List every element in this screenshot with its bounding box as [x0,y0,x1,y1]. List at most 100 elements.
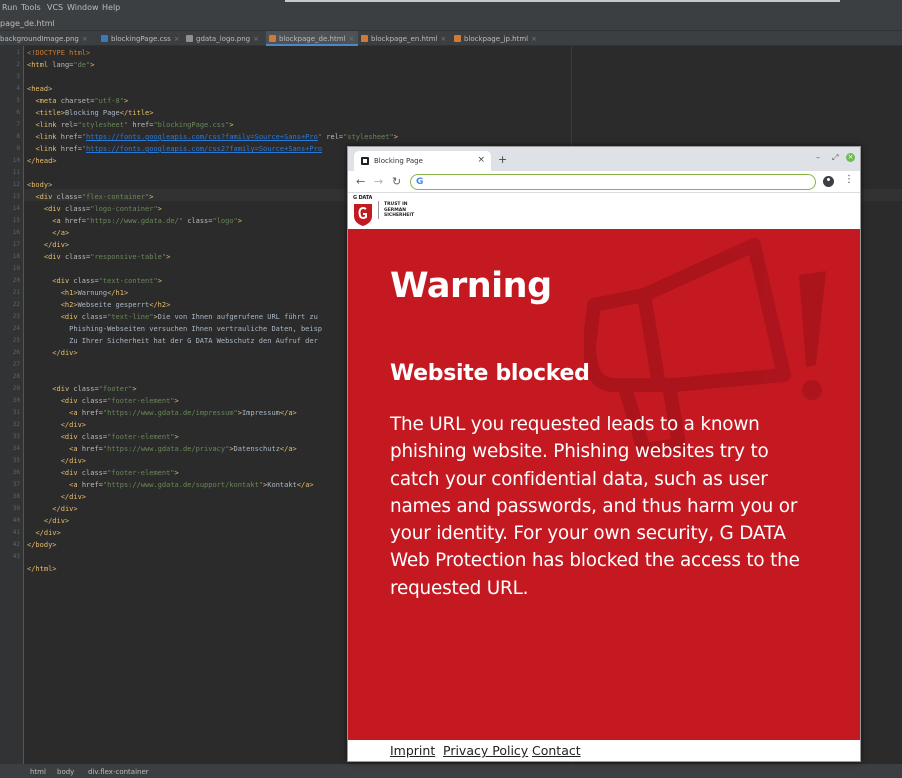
breadcrumb-html[interactable]: html [30,768,46,776]
back-button[interactable]: ← [356,175,365,188]
browser-menu-button[interactable]: ⋮ [844,174,854,185]
line-number: 19 [12,265,20,272]
gdata-wordmark: G DATA [353,195,373,201]
message-line: phishing website. Phishing websites try … [390,441,769,463]
line-number: 32 [12,421,20,428]
browser-tab-title: Blocking Page [374,157,423,165]
close-window-button[interactable]: × [846,153,855,162]
line-number: 42 [12,541,20,548]
line-number: 20 [12,277,20,284]
line-number: 38 [12,493,20,500]
tab-blocking-css[interactable]: blockingPage.css × [101,31,183,46]
message-line: your identity. For your own security, G … [390,523,786,545]
warning-heading: Warning [390,266,552,306]
line-number: 36 [12,469,20,476]
editor-tab-bar: backgroundImage.png × blockingPage.css × g… [0,31,902,46]
tab-blockpage-de[interactable]: blockpage_de.html × [266,31,358,46]
line-number: 39 [12,505,20,512]
ide-path-bar: page_de.html [0,16,902,31]
line-number: 8 [16,133,20,140]
line-number: 15 [12,217,20,224]
line-number: 14 [12,205,20,212]
line-number: 22 [12,301,20,308]
html-file-icon [361,35,368,42]
page-footer: Imprint Privacy Policy Contact [348,740,860,761]
image-file-icon [186,35,193,42]
menu-help[interactable]: Help [102,3,120,12]
line-number: 10 [12,157,20,164]
menu-run[interactable]: Run [2,3,17,12]
minimize-button[interactable]: – [816,153,820,162]
tab-label: blockpage_en.html [371,35,438,43]
forward-button[interactable]: → [374,175,383,188]
line-number: 21 [12,289,20,296]
profile-avatar[interactable] [823,176,834,187]
line-number: 9 [16,145,20,152]
blocked-subheading: Website blocked [390,361,590,386]
line-number: 24 [12,325,20,332]
css-file-icon [101,35,108,42]
line-number: 23 [12,313,20,320]
line-number: 4 [16,85,20,92]
tab-background-image[interactable]: backgroundImage.png × [0,31,96,46]
menu-window[interactable]: Window [67,3,99,12]
logo-container: G DATA TRUST IN GERMAN SICHERHEIT [348,193,860,229]
tab-label: blockingPage.css [111,35,171,43]
close-tab-icon[interactable]: × [477,155,485,165]
line-number: 3 [16,73,20,80]
line-number: 27 [12,361,20,368]
line-number: 1 [16,49,20,56]
menu-vcs[interactable]: VCS [47,3,63,12]
close-icon[interactable]: × [82,35,88,43]
browser-toolbar: ← → ↻ G ⋮ [348,171,860,193]
breadcrumb-body[interactable]: body [57,768,74,776]
message-line: catch your confidential data, such as us… [390,468,768,490]
url-input[interactable] [429,176,809,188]
logo-separator [378,201,379,219]
google-icon: G [416,177,424,187]
blocking-page: G DATA TRUST IN GERMAN SICHERHEIT Warnin… [348,193,860,761]
warning-message: The URL you requested leads to a known p… [390,411,830,602]
close-icon[interactable]: × [174,35,180,43]
line-number: 41 [12,529,20,536]
close-icon[interactable]: × [440,35,446,43]
tab-gdata-logo[interactable]: gdata_logo.png × [186,31,264,46]
trust-line: SICHERHEIT [384,213,415,218]
browser-tab-blocking-page[interactable]: Blocking Page × [354,151,491,171]
line-number: 30 [12,397,20,404]
tab-blockpage-en[interactable]: blockpage_en.html × [361,31,451,46]
line-number: 7 [16,121,20,128]
trust-tagline: TRUST IN GERMAN SICHERHEIT [384,202,414,219]
imprint-link[interactable]: Imprint [390,743,435,758]
reload-button[interactable]: ↻ [392,175,401,188]
tab-blockpage-jp[interactable]: blockpage_jp.html × [454,31,540,46]
line-number: 35 [12,457,20,464]
line-number: 12 [12,181,20,188]
new-tab-button[interactable]: + [498,153,507,166]
menu-tools[interactable]: Tools [21,3,41,12]
close-icon[interactable]: × [531,35,537,43]
current-file-path[interactable]: page_de.html [0,19,55,28]
warning-panel: Warning Website blocked The URL you requ… [348,229,860,740]
tab-label: blockpage_de.html [279,35,346,43]
line-number: 43 [12,553,20,560]
line-number: 29 [12,385,20,392]
close-icon[interactable]: × [348,35,354,43]
contact-link[interactable]: Contact [532,743,581,758]
ide-menu-bar: Run Tools VCS Window Help [0,0,902,16]
breadcrumb-flex-container[interactable]: div.flex-container [88,768,149,776]
line-numbers: 1 2 3 4 5 6 7 8 9 10 11 12 13 14 15 16 17 18 19 20 21 22 23 24 2… [0,47,20,563]
line-number: 6 [16,109,20,116]
line-number: 37 [12,481,20,488]
window-edge-strip [285,0,840,2]
line-number: 2 [16,61,20,68]
maximize-button[interactable]: ⤢ [832,153,838,163]
close-icon[interactable]: × [253,35,259,43]
privacy-policy-link[interactable]: Privacy Policy [443,743,528,758]
address-bar[interactable]: G [410,174,816,190]
line-number: 40 [12,517,20,524]
message-line: Web Protection has blocked the access to… [390,550,800,572]
line-number: 28 [12,373,20,380]
code-editor[interactable]: <!DOCTYPE html> <html lang="de"> <head> … [27,47,398,575]
line-number: 13 [12,193,20,200]
